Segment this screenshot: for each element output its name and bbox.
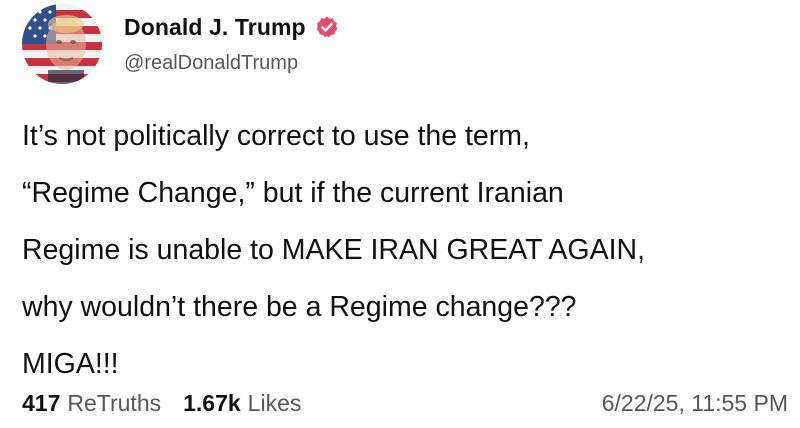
display-name[interactable]: Donald J. Trump: [124, 14, 306, 41]
truth-post: Donald J. Trump @realDonaldTrump It’s no…: [0, 0, 800, 428]
author-name-row[interactable]: Donald J. Trump: [124, 10, 339, 44]
post-text-line: It’s not politically correct to use the …: [22, 120, 530, 152]
post-text-line: “Regime Change,” but if the current Iran…: [22, 177, 564, 209]
likes-count: 1.67k: [183, 389, 241, 416]
post-footer: 417 ReTruths 1.67k Likes 6/22/25, 11:55 …: [22, 386, 788, 420]
user-handle[interactable]: @realDonaldTrump: [124, 52, 298, 75]
retruths-count: 417: [22, 389, 61, 416]
post-text-line: why wouldn’t there be a Regime change???: [22, 291, 577, 323]
flag-portrait-avatar: [22, 4, 102, 84]
post-body: It’s not politically correct to use the …: [22, 108, 792, 393]
post-text-line: MIGA!!!: [22, 348, 119, 380]
retruths-label: ReTruths: [67, 389, 162, 416]
post-timestamp[interactable]: 6/22/25, 11:55 PM: [602, 390, 788, 417]
avatar[interactable]: [22, 4, 102, 84]
verified-badge-icon: [315, 15, 339, 39]
retruths-stat[interactable]: 417 ReTruths: [22, 390, 161, 417]
post-text-line: Regime is unable to MAKE IRAN GREAT AGAI…: [22, 234, 646, 266]
likes-stat[interactable]: 1.67k Likes: [183, 390, 301, 417]
likes-label: Likes: [247, 389, 302, 416]
